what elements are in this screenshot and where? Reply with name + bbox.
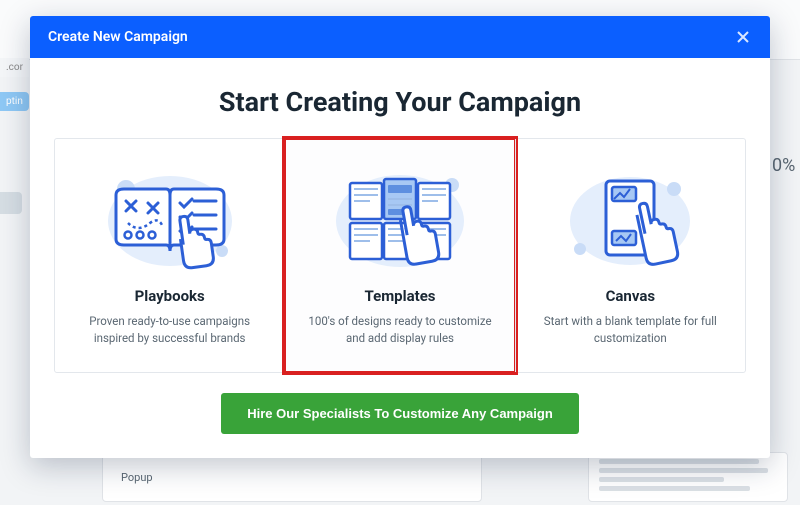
option-desc: Start with a blank template for full cus… [532, 313, 729, 346]
bg-card-skeleton [588, 452, 788, 502]
canvas-icon [532, 161, 729, 277]
option-title: Templates [301, 287, 498, 305]
modal-title: Create New Campaign [48, 29, 188, 45]
bg-stat: 0% [772, 155, 800, 176]
hire-specialists-button[interactable]: Hire Our Specialists To Customize Any Ca… [221, 393, 579, 434]
modal-body: Start Creating Your Campaign [30, 58, 770, 458]
bg-text: .cor [0, 58, 29, 77]
templates-icon [301, 161, 498, 277]
option-desc: Proven ready-to-use campaigns inspired b… [71, 313, 268, 346]
option-title: Playbooks [71, 287, 268, 305]
option-playbooks[interactable]: Playbooks Proven ready-to-use campaigns … [55, 139, 284, 372]
close-icon[interactable] [734, 28, 752, 46]
create-campaign-modal: Create New Campaign Start Creating Your … [30, 16, 770, 458]
option-title: Canvas [532, 287, 729, 305]
option-canvas[interactable]: Canvas Start with a blank template for f… [515, 139, 745, 372]
bg-card-popup: Popup [102, 452, 482, 502]
modal-heading: Start Creating Your Campaign [54, 86, 746, 118]
option-templates[interactable]: Templates 100's of designs ready to cust… [284, 139, 514, 372]
playbooks-icon [71, 161, 268, 277]
bg-side-tab: ptin [0, 92, 29, 111]
bg-card-label: Popup [121, 471, 153, 484]
modal-header: Create New Campaign [30, 16, 770, 58]
campaign-options: Playbooks Proven ready-to-use campaigns … [54, 138, 746, 373]
option-desc: 100's of designs ready to customize and … [301, 313, 498, 346]
